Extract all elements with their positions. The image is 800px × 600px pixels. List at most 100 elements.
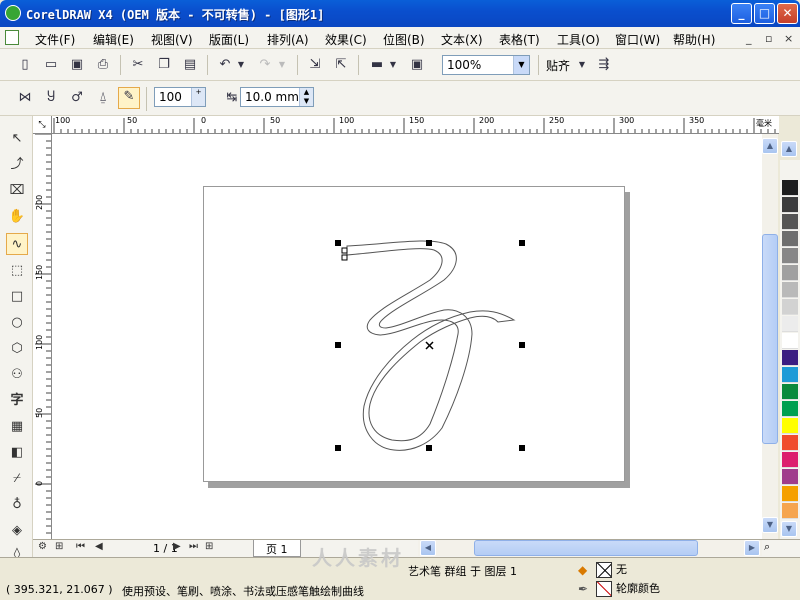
selection-handle[interactable] bbox=[519, 342, 525, 348]
crop-tool-icon[interactable]: ⌧ bbox=[6, 180, 28, 202]
tab-page-1[interactable]: 页 1 bbox=[253, 540, 301, 557]
color-swatch[interactable] bbox=[782, 299, 798, 315]
color-swatch[interactable] bbox=[782, 452, 798, 468]
close-button[interactable]: ✕ bbox=[777, 3, 798, 24]
color-swatch[interactable] bbox=[782, 469, 798, 485]
smart-fill-tool-icon[interactable]: ⬚ bbox=[6, 260, 28, 282]
insert-page-before-icon[interactable]: ⊞ bbox=[55, 541, 63, 552]
save-icon[interactable]: ▣ bbox=[67, 56, 87, 74]
paste-icon[interactable]: ▤ bbox=[180, 56, 200, 74]
selection-handle[interactable] bbox=[335, 240, 341, 246]
color-swatch[interactable] bbox=[782, 248, 798, 264]
options-gear-icon[interactable]: ⚙ bbox=[38, 541, 47, 552]
calligraphic-mode-icon[interactable]: ⍙ bbox=[93, 89, 113, 107]
doc-restore-button[interactable]: ▫ bbox=[765, 32, 772, 45]
text-tool-icon[interactable]: 字 bbox=[6, 390, 28, 412]
pressure-mode-icon[interactable]: ✎ bbox=[118, 87, 140, 109]
color-swatch[interactable] bbox=[782, 503, 798, 519]
doc-close-button[interactable]: × bbox=[784, 32, 793, 45]
scroll-left-icon[interactable]: ◀ bbox=[420, 540, 436, 556]
fill-indicator[interactable]: ◆ 无 bbox=[578, 561, 627, 578]
color-swatch[interactable] bbox=[782, 401, 798, 417]
menu-file[interactable]: 文件(F) bbox=[35, 31, 75, 48]
menu-view[interactable]: 视图(V) bbox=[151, 31, 193, 48]
snap-dropdown-icon[interactable]: ▼ bbox=[577, 56, 587, 74]
table-tool-icon[interactable]: ▦ bbox=[6, 416, 28, 438]
color-swatch[interactable] bbox=[782, 333, 798, 349]
zoom-navigator-icon[interactable]: ⌕ bbox=[764, 540, 770, 554]
open-folder-icon[interactable]: ▭ bbox=[41, 56, 61, 74]
sprayer-mode-icon[interactable]: ♂ bbox=[67, 89, 87, 107]
minimize-button[interactable]: _ bbox=[731, 3, 752, 24]
width-spinner-icon[interactable]: ▲ ▼ bbox=[299, 88, 313, 106]
undo-dropdown-icon[interactable]: ▼ bbox=[236, 56, 246, 74]
eyedropper-tool-icon[interactable]: ⌿ bbox=[6, 468, 28, 490]
menu-bitmaps[interactable]: 位图(B) bbox=[383, 31, 425, 48]
coreldraw-app-icon[interactable] bbox=[5, 5, 21, 21]
maximize-button[interactable]: □ bbox=[754, 3, 775, 24]
end-node[interactable] bbox=[341, 254, 348, 261]
menu-window[interactable]: 窗口(W) bbox=[615, 31, 660, 48]
scroll-down-icon[interactable]: ▼ bbox=[762, 517, 778, 533]
menu-arrange[interactable]: 排列(A) bbox=[267, 31, 309, 48]
polygon-tool-icon[interactable]: ⬡ bbox=[6, 338, 28, 360]
preset-mode-icon[interactable]: ⋈ bbox=[15, 89, 35, 107]
options-icon[interactable]: ⇶ bbox=[594, 56, 614, 74]
rectangle-tool-icon[interactable]: □ bbox=[6, 286, 28, 308]
import-icon[interactable]: ⇲ bbox=[305, 56, 325, 74]
interactive-blend-tool-icon[interactable]: ◧ bbox=[6, 442, 28, 464]
cut-icon[interactable]: ✂ bbox=[128, 56, 148, 74]
color-swatch[interactable] bbox=[782, 418, 798, 434]
selection-handle[interactable] bbox=[426, 445, 432, 451]
application-launcher-icon[interactable]: ▬ bbox=[367, 56, 387, 74]
menu-table[interactable]: 表格(T) bbox=[499, 31, 540, 48]
pick-tool-icon[interactable]: ↖ bbox=[6, 128, 28, 150]
color-swatch[interactable] bbox=[782, 231, 798, 247]
print-icon[interactable]: ⎙ bbox=[93, 56, 113, 74]
color-swatch[interactable] bbox=[782, 282, 798, 298]
first-page-icon[interactable]: ⏮ bbox=[76, 541, 85, 552]
snap-to-menu[interactable]: 贴齐 bbox=[546, 57, 570, 74]
ruler-origin-icon[interactable]: ⤡ bbox=[33, 116, 52, 134]
launcher-dropdown-icon[interactable]: ▼ bbox=[388, 56, 398, 74]
doc-minimize-button[interactable]: _ bbox=[746, 32, 752, 45]
horizontal-ruler[interactable]: 100 50 0 50 100 150 200 250 300 350 bbox=[52, 116, 779, 134]
menu-help[interactable]: 帮助(H) bbox=[673, 31, 715, 48]
chevron-down-icon[interactable]: ▼ bbox=[513, 56, 529, 74]
ellipse-tool-icon[interactable]: ○ bbox=[6, 312, 28, 334]
next-page-icon[interactable]: ▶ bbox=[173, 541, 181, 552]
last-page-icon[interactable]: ⏭ bbox=[189, 541, 198, 552]
undo-icon[interactable]: ↶ bbox=[215, 56, 235, 74]
export-icon[interactable]: ⇱ bbox=[331, 56, 351, 74]
color-swatch[interactable] bbox=[782, 367, 798, 383]
palette-scroll-up-icon[interactable]: ▲ bbox=[781, 141, 797, 157]
shape-tool-icon[interactable]: ⤴ bbox=[6, 154, 28, 176]
welcome-screen-icon[interactable]: ▣ bbox=[407, 56, 427, 74]
outline-indicator[interactable]: ✒ 轮廓颜色 bbox=[578, 580, 660, 597]
menu-tools[interactable]: 工具(O) bbox=[557, 31, 600, 48]
scroll-up-icon[interactable]: ▲ bbox=[762, 138, 778, 154]
redo-icon[interactable]: ↷ bbox=[255, 56, 275, 74]
color-swatch[interactable] bbox=[782, 350, 798, 366]
color-swatch[interactable] bbox=[782, 316, 798, 332]
color-swatch[interactable] bbox=[782, 214, 798, 230]
selection-handle[interactable] bbox=[335, 342, 341, 348]
copy-icon[interactable]: ❐ bbox=[154, 56, 174, 74]
insert-page-after-icon[interactable]: ⊞ bbox=[205, 541, 213, 552]
color-swatch[interactable] bbox=[782, 384, 798, 400]
scroll-right-icon[interactable]: ▶ bbox=[744, 540, 760, 556]
horizontal-scrollbar[interactable]: ◀ ▶ bbox=[418, 540, 762, 556]
color-swatch[interactable] bbox=[782, 435, 798, 451]
new-document-icon[interactable]: ▯ bbox=[15, 56, 35, 74]
color-swatch[interactable] bbox=[782, 486, 798, 502]
freehand-smoothing-field[interactable]: 100 + bbox=[154, 87, 206, 107]
vertical-ruler[interactable]: 200 150 100 50 0 bbox=[33, 134, 52, 539]
document-icon[interactable] bbox=[5, 30, 19, 45]
media-width-field[interactable]: 10.0 mm ▲ ▼ bbox=[240, 87, 314, 107]
brush-mode-icon[interactable]: Ⴘ bbox=[41, 89, 61, 107]
outline-tool-icon[interactable]: ♁ bbox=[6, 494, 28, 516]
zoom-combobox[interactable]: 100% ▼ bbox=[442, 55, 530, 75]
vertical-scroll-thumb[interactable] bbox=[762, 234, 778, 444]
color-swatch[interactable] bbox=[782, 197, 798, 213]
horizontal-scroll-thumb[interactable] bbox=[474, 540, 698, 556]
